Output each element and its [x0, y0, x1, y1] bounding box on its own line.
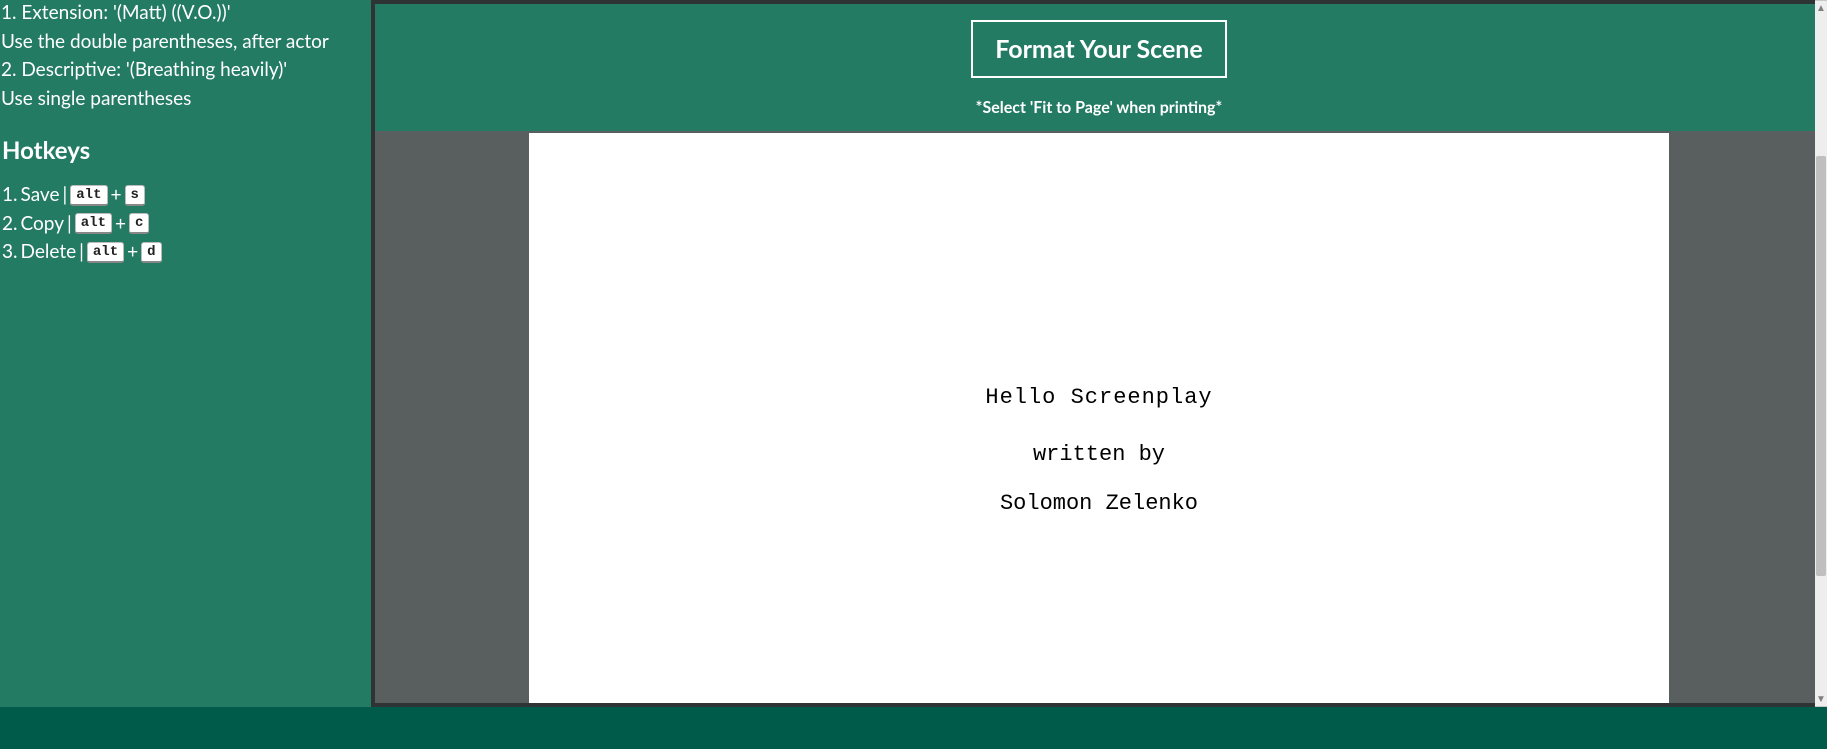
kbd-alt: alt	[87, 242, 124, 263]
scroll-thumb[interactable]	[1816, 156, 1826, 576]
hotkey-row-delete: 3. Delete | alt + d	[2, 239, 361, 266]
kbd-key: s	[125, 185, 145, 206]
kbd-key: d	[141, 242, 161, 263]
toolbar: Format Your Scene *Select 'Fit to Page' …	[375, 4, 1823, 131]
hotkey-pipe: |	[79, 239, 84, 266]
hotkey-pipe: |	[67, 211, 72, 238]
hotkey-plus: +	[111, 182, 122, 209]
scroll-up-icon[interactable]: ▲	[1815, 1, 1827, 15]
screenplay-author: Solomon Zelenko	[529, 491, 1669, 516]
hotkey-index: 3.	[2, 239, 18, 266]
sidebar-text-descriptive-desc: Use single parentheses	[1, 86, 361, 113]
format-scene-button[interactable]: Format Your Scene	[971, 20, 1227, 78]
print-note: *Select 'Fit to Page' when printing*	[375, 98, 1823, 117]
scroll-down-icon[interactable]: ▼	[1815, 692, 1827, 706]
screenplay-title: Hello Screenplay	[529, 385, 1669, 410]
screenplay-written-by: written by	[529, 442, 1669, 467]
kbd-alt: alt	[70, 185, 107, 206]
hotkey-row-save: 1. Save | alt + s	[2, 182, 361, 209]
hotkey-label: Save	[21, 182, 60, 209]
hotkey-plus: +	[127, 239, 138, 266]
hotkey-pipe: |	[63, 182, 68, 209]
hotkey-plus: +	[115, 211, 126, 238]
sidebar-text-extension-example: 1. Extension: '(Matt) ((V.O.))'	[1, 0, 361, 27]
hotkey-index: 2.	[2, 211, 18, 238]
kbd-alt: alt	[75, 213, 112, 234]
hotkeys-heading: Hotkeys	[2, 134, 361, 168]
hotkey-label: Copy	[21, 211, 64, 238]
sidebar-text-extension-desc: Use the double parentheses, after actor	[1, 29, 361, 56]
page-area: Hello Screenplay written by Solomon Zele…	[375, 131, 1823, 703]
sidebar-text-descriptive-example: 2. Descriptive: '(Breathing heavily)'	[1, 57, 361, 84]
footer-bar	[0, 707, 1827, 749]
vertical-scrollbar[interactable]: ▲ ▼	[1815, 0, 1827, 707]
hotkey-row-copy: 2. Copy | alt + c	[2, 211, 361, 238]
hotkey-label: Delete	[21, 239, 77, 266]
main-panel: Format Your Scene *Select 'Fit to Page' …	[371, 0, 1827, 707]
hotkey-index: 1.	[2, 182, 18, 209]
sidebar: 1. Extension: '(Matt) ((V.O.))' Use the …	[0, 0, 371, 707]
kbd-key: c	[129, 213, 149, 234]
screenplay-page: Hello Screenplay written by Solomon Zele…	[529, 133, 1669, 703]
